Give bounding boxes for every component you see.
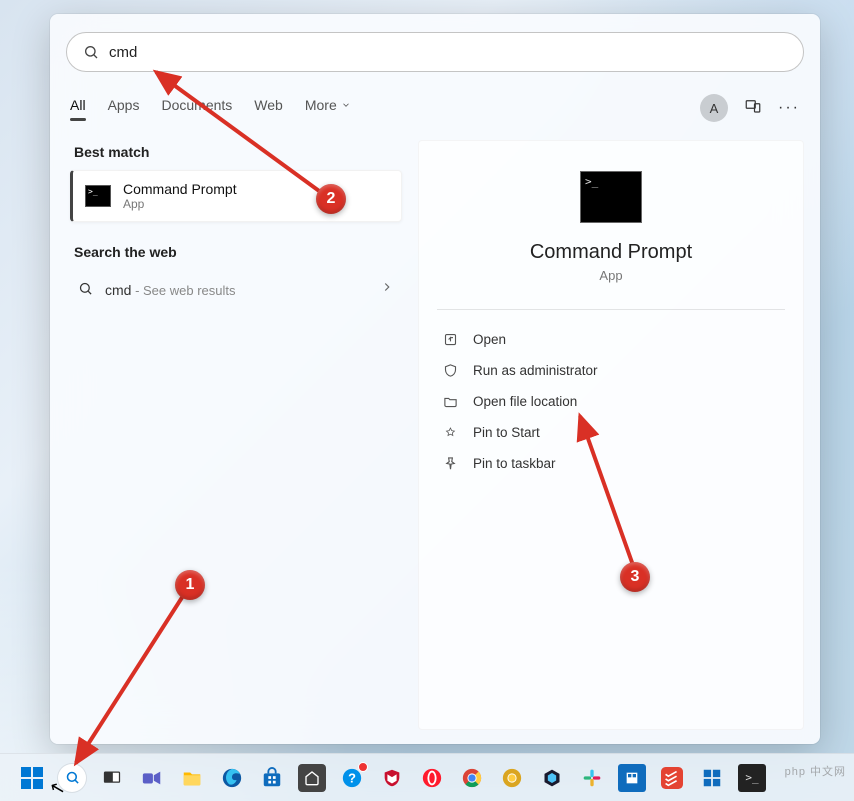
action-run-admin-label: Run as administrator xyxy=(473,363,598,378)
divider xyxy=(437,309,785,310)
action-open-location-label: Open file location xyxy=(473,394,577,409)
filter-tabs: All Apps Documents Web More xyxy=(70,97,351,119)
tab-documents[interactable]: Documents xyxy=(161,97,232,119)
action-pin-start-label: Pin to Start xyxy=(473,425,540,440)
search-icon xyxy=(83,44,99,60)
svg-text:?: ? xyxy=(348,770,356,785)
taskbar-chrome-icon[interactable] xyxy=(458,764,486,792)
details-title: Command Prompt xyxy=(530,241,692,264)
taskbar: ? >_ xyxy=(0,753,854,801)
best-match-heading: Best match xyxy=(74,144,402,160)
best-match-result[interactable]: Command Prompt App xyxy=(70,170,402,222)
action-open[interactable]: Open xyxy=(437,324,785,355)
shield-icon xyxy=(443,363,459,378)
action-pin-taskbar-label: Pin to taskbar xyxy=(473,456,556,471)
taskbar-todoist-icon[interactable] xyxy=(658,764,686,792)
content-area: Best match Command Prompt App Search the… xyxy=(66,140,804,730)
web-search-item[interactable]: cmd - See web results xyxy=(70,270,402,309)
header-actions: A ··· xyxy=(700,94,800,122)
best-match-text: Command Prompt App xyxy=(123,181,237,211)
details-pane: Command Prompt App Open Run as administr… xyxy=(418,140,804,730)
details-actions: Open Run as administrator Open file loca… xyxy=(437,324,785,479)
header-row: All Apps Documents Web More A ··· xyxy=(66,94,804,122)
results-column: Best match Command Prompt App Search the… xyxy=(66,140,406,730)
action-run-admin[interactable]: Run as administrator xyxy=(437,355,785,386)
taskbar-store-icon[interactable] xyxy=(258,764,286,792)
taskbar-terminal-icon[interactable]: >_ xyxy=(738,764,766,792)
pin-icon xyxy=(443,456,459,471)
best-match-title: Command Prompt xyxy=(123,181,237,197)
taskbar-app4-icon[interactable] xyxy=(698,764,726,792)
search-input[interactable] xyxy=(109,44,787,61)
taskbar-opera-icon[interactable] xyxy=(418,764,446,792)
user-avatar[interactable]: A xyxy=(700,94,728,122)
taskbar-teams-icon[interactable] xyxy=(138,764,166,792)
command-prompt-icon-large xyxy=(580,171,642,223)
action-pin-taskbar[interactable]: Pin to taskbar xyxy=(437,448,785,479)
tab-web[interactable]: Web xyxy=(254,97,283,119)
tab-apps[interactable]: Apps xyxy=(108,97,140,119)
taskbar-explorer-icon[interactable] xyxy=(178,764,206,792)
taskbar-app-icon[interactable] xyxy=(298,764,326,792)
action-open-label: Open xyxy=(473,332,506,347)
search-icon xyxy=(78,281,93,299)
folder-icon xyxy=(443,394,459,409)
web-query-label: cmd - See web results xyxy=(105,282,236,298)
search-web-heading: Search the web xyxy=(74,244,402,260)
taskbar-slack-icon[interactable] xyxy=(578,764,606,792)
pin-icon xyxy=(443,425,459,440)
best-match-subtitle: App xyxy=(123,197,237,211)
taskbar-chrome-canary-icon[interactable] xyxy=(498,764,526,792)
tab-more-label: More xyxy=(305,97,337,113)
action-open-location[interactable]: Open file location xyxy=(437,386,785,417)
open-icon xyxy=(443,332,459,347)
chevron-right-icon xyxy=(380,280,394,299)
taskbar-app2-icon[interactable] xyxy=(538,764,566,792)
command-prompt-icon xyxy=(85,185,111,207)
notification-badge xyxy=(358,762,368,772)
tab-all[interactable]: All xyxy=(70,97,86,119)
taskbar-mcafee-icon[interactable] xyxy=(378,764,406,792)
devices-icon[interactable] xyxy=(744,97,762,120)
tab-more[interactable]: More xyxy=(305,97,351,119)
taskbar-edge-icon[interactable] xyxy=(218,764,246,792)
taskbar-app3-icon[interactable] xyxy=(618,764,646,792)
taskbar-help-icon[interactable]: ? xyxy=(338,764,366,792)
details-subtitle: App xyxy=(599,268,622,283)
taskbar-search-button[interactable] xyxy=(58,764,86,792)
action-pin-start[interactable]: Pin to Start xyxy=(437,417,785,448)
search-box[interactable] xyxy=(66,32,804,72)
chevron-down-icon xyxy=(341,100,351,110)
taskbar-task-view[interactable] xyxy=(98,764,126,792)
start-button[interactable] xyxy=(18,764,46,792)
start-search-panel: All Apps Documents Web More A ··· Best m… xyxy=(50,14,820,744)
more-options-icon[interactable]: ··· xyxy=(778,99,800,117)
